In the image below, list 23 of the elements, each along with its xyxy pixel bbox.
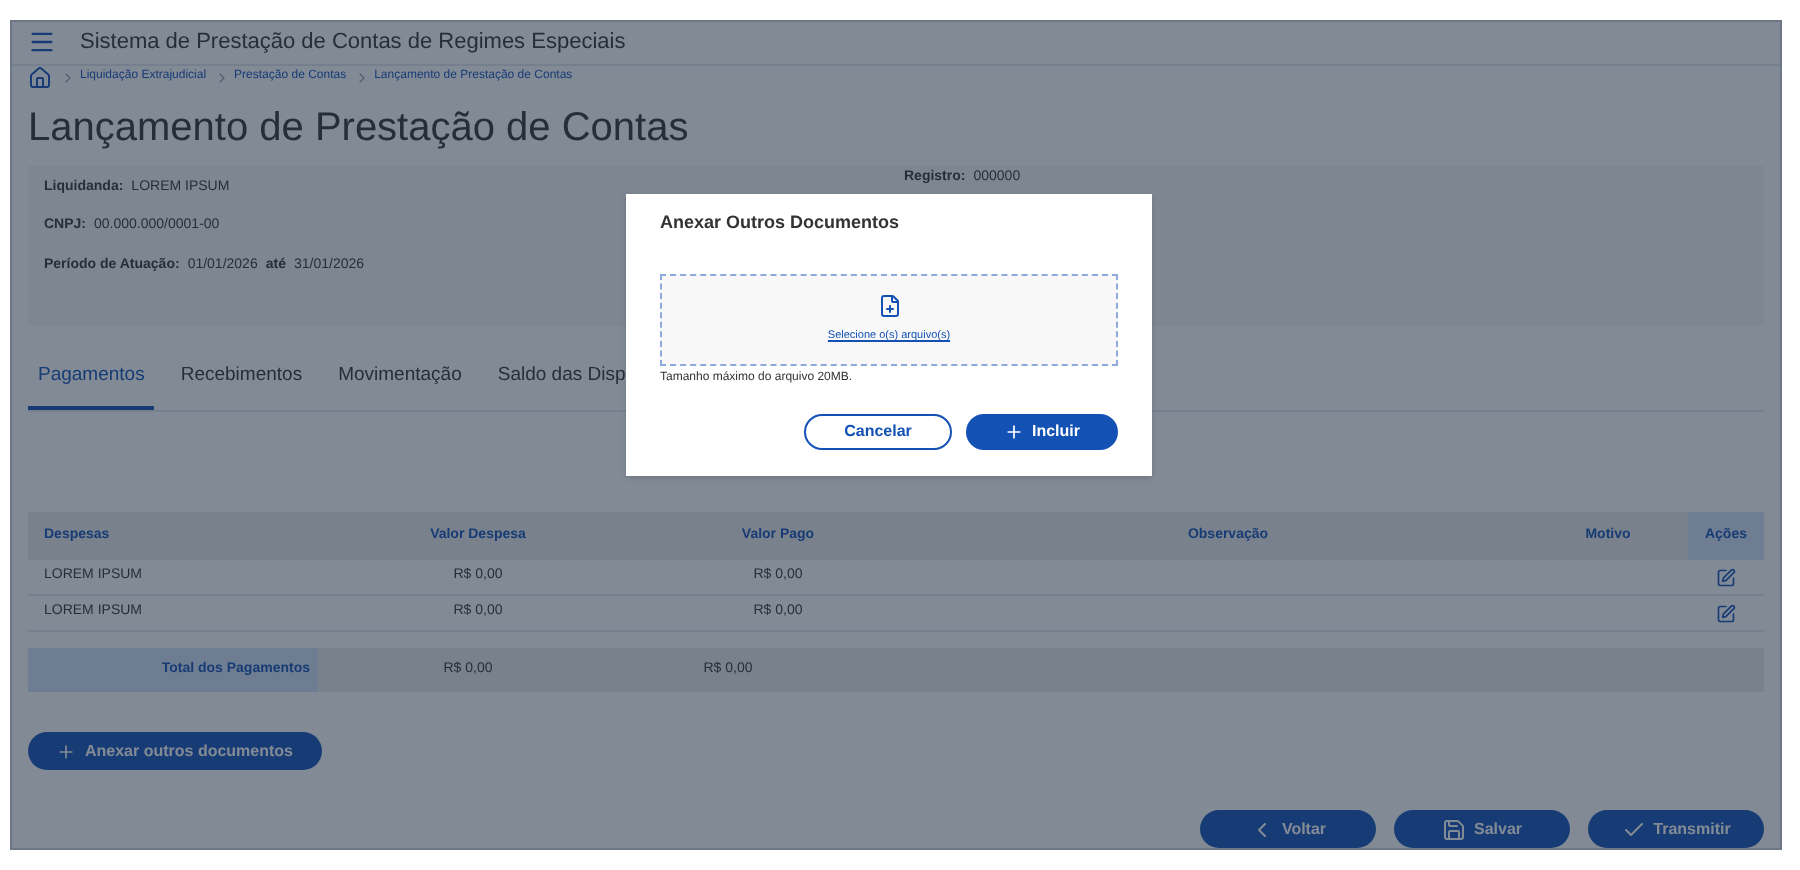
edit-icon[interactable] — [1716, 603, 1736, 623]
home-icon[interactable] — [28, 65, 52, 90]
file-plus-icon — [877, 293, 901, 318]
cancel-button[interactable]: Cancelar — [804, 413, 952, 449]
modal-title: Anexar Outros Documentos — [660, 210, 902, 236]
footer-button[interactable]: Transmitir — [1588, 810, 1764, 848]
check-icon — [1621, 817, 1646, 841]
page-title: Lançamento de Prestação de Contas — [26, 103, 691, 154]
app-title: Sistema de Prestação de Contas de Regimes Especiais — [80, 28, 626, 59]
footer-button[interactable]: Salvar — [1394, 810, 1570, 848]
attach-documents-button[interactable]: Anexar outros documentos — [28, 732, 322, 770]
include-button[interactable]: Incluir — [966, 413, 1118, 449]
save-icon — [1441, 817, 1466, 841]
plus-icon — [1003, 421, 1024, 441]
tab[interactable]: Movimentação — [328, 353, 472, 410]
tab[interactable]: Saldo das Disp — [487, 353, 636, 410]
menu-icon[interactable] — [28, 28, 56, 57]
edit-icon[interactable] — [1716, 567, 1736, 587]
tab[interactable]: Pagamentos — [28, 353, 155, 410]
footer-button[interactable]: Voltar — [1200, 810, 1376, 848]
chevron-right-icon — [60, 69, 76, 86]
plus-icon — [56, 741, 77, 761]
tab[interactable]: Recebimentos — [170, 353, 313, 410]
